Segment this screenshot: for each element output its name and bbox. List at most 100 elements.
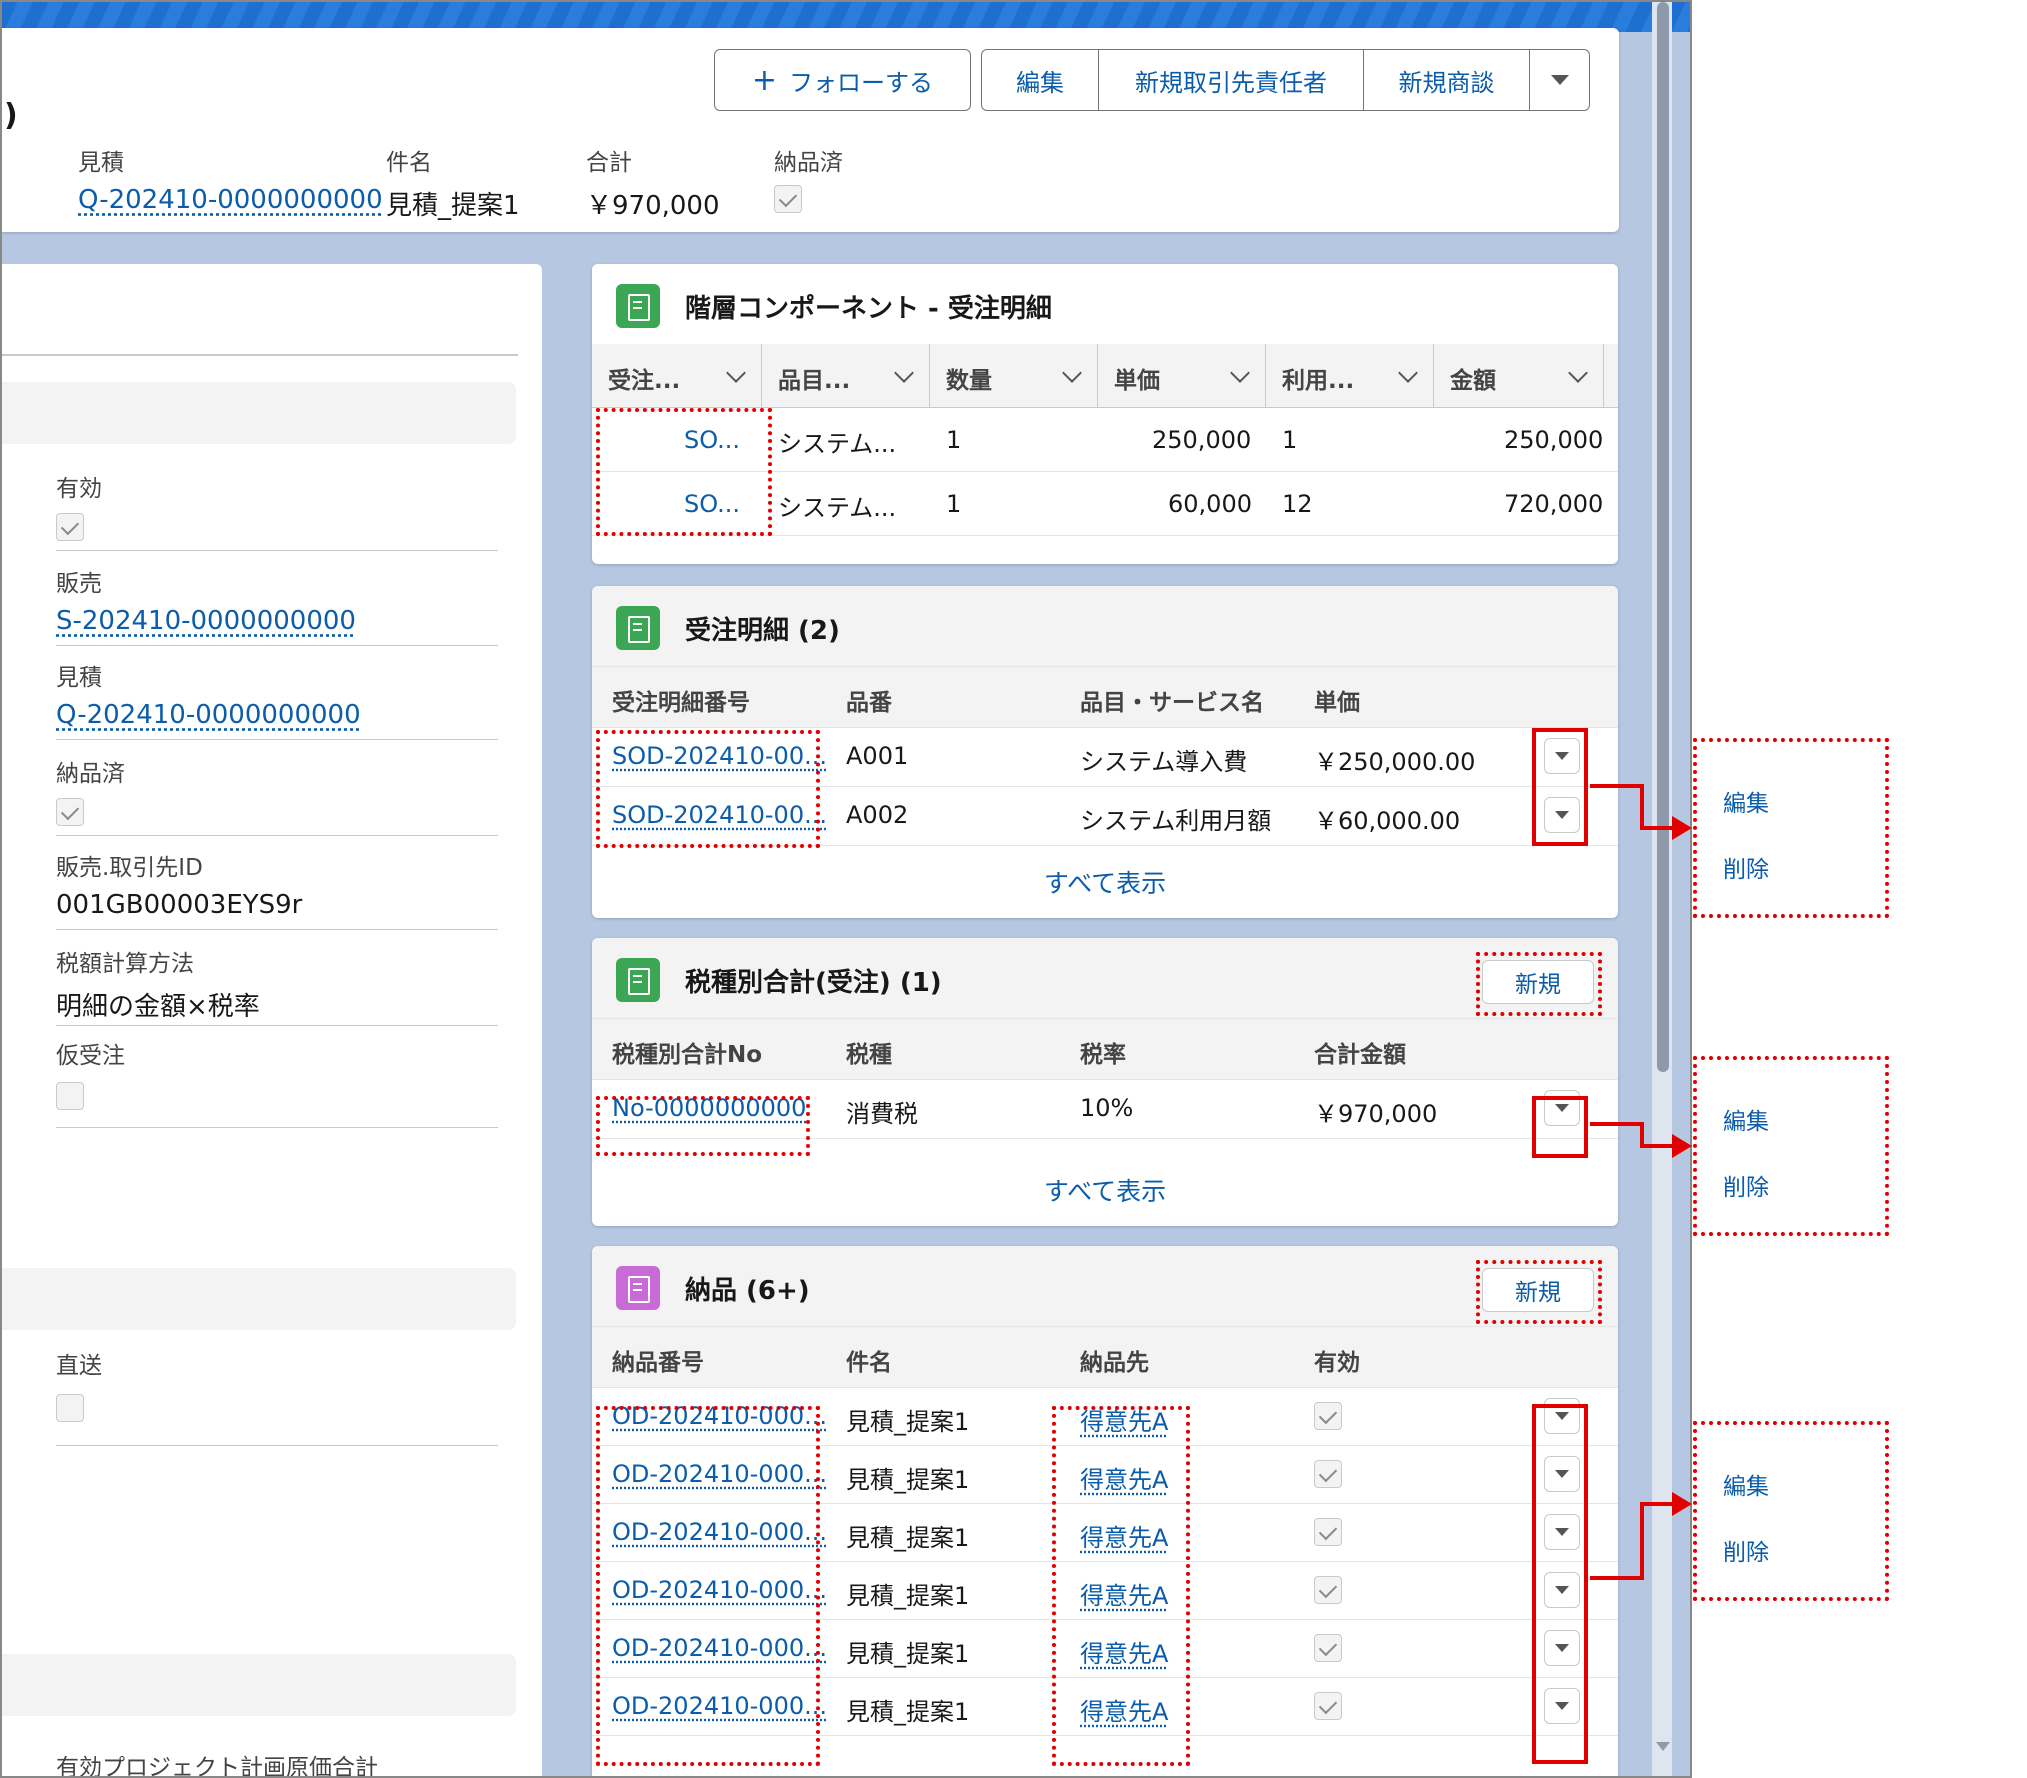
scrollbar-thumb[interactable] xyxy=(1657,2,1669,1072)
field-label: 仮受注 xyxy=(56,1043,125,1069)
card-title: 受注明細 (2) xyxy=(685,616,840,646)
field-project-cost: 有効プロジェクト計画原価合計 xyxy=(56,1748,498,1778)
screenshot-frame: ) + フォローする 編集 新規取引先責任者 新規商談 見積 Q-202410-… xyxy=(2,2,1692,1778)
cell: A002 xyxy=(846,801,909,829)
field-label: 販売 xyxy=(56,571,102,597)
cell: A001 xyxy=(846,742,909,770)
column-header[interactable]: 数量 xyxy=(930,344,1098,408)
follow-label: フォローする xyxy=(789,68,934,97)
menu-item-delete[interactable]: 削除 xyxy=(1723,1168,1769,1202)
section-header[interactable] xyxy=(2,1268,516,1330)
more-actions-button[interactable] xyxy=(1530,49,1590,111)
cell: 見積_提案1 xyxy=(846,1640,970,1668)
annotation-arrow xyxy=(1590,1576,1644,1580)
card-title: 納品 (6+) xyxy=(685,1276,810,1306)
cell: 1 xyxy=(946,426,962,454)
arrow-head-icon xyxy=(1672,1134,1692,1158)
card-title: 階層コンポーネント - 受注明細 xyxy=(685,294,1052,324)
scroll-down-icon[interactable] xyxy=(1656,1742,1670,1751)
chevron-down-icon xyxy=(1568,363,1588,383)
section-header[interactable] xyxy=(2,1654,516,1716)
chevron-down-icon xyxy=(1230,363,1250,383)
quote-link[interactable]: Q-202410-0000000000 xyxy=(78,185,383,215)
cell: 720,000 xyxy=(1504,490,1604,518)
cell: ￥60,000.00 xyxy=(1314,807,1461,835)
cell: 見積_提案1 xyxy=(846,1698,970,1726)
chevron-down-icon xyxy=(726,363,746,383)
card-title: 税種別合計(受注) (1) xyxy=(685,968,942,998)
cell: 1 xyxy=(946,490,962,518)
chevron-down-icon xyxy=(1398,363,1418,383)
field-label: 見積 xyxy=(78,150,124,176)
cell: システム導入費 xyxy=(1080,748,1248,776)
cell: 見積_提案1 xyxy=(846,1582,970,1610)
column-header: 税種 xyxy=(846,1042,892,1068)
delivery-icon xyxy=(616,1266,660,1310)
row-action-menu: 編集 削除 xyxy=(1693,738,1889,918)
chevron-down-icon xyxy=(1062,363,1082,383)
column-header[interactable]: 品目... xyxy=(762,344,930,408)
menu-item-delete[interactable]: 削除 xyxy=(1723,850,1769,884)
field-label: 販売.取引先ID xyxy=(56,855,203,881)
menu-item-edit[interactable]: 編集 xyxy=(1723,784,1769,818)
column-label: 数量 xyxy=(946,368,992,394)
table-header: 受注明細番号 品番 品目・サービス名 単価 xyxy=(592,666,1618,728)
arrow-head-icon xyxy=(1672,1492,1692,1516)
cell: ￥970,000 xyxy=(1314,1100,1438,1128)
active-checkbox xyxy=(1314,1634,1342,1662)
header-actions: + フォローする 編集 新規取引先責任者 新規商談 xyxy=(714,49,1590,111)
menu-item-edit[interactable]: 編集 xyxy=(1723,1102,1769,1136)
document-icon xyxy=(616,284,660,328)
field-provisional-order: 仮受注 xyxy=(56,1036,498,1128)
field-label: 直送 xyxy=(56,1353,102,1379)
annotation-highlight xyxy=(1476,952,1602,1016)
view-all-link[interactable]: すべて表示 xyxy=(592,1172,1618,1208)
column-label: 利用... xyxy=(1282,368,1355,394)
tax-totals-card: 税種別合計(受注) (1) 新規 税種別合計No 税種 税率 合計金額 No-0… xyxy=(592,938,1618,1226)
field-label: 税額計算方法 xyxy=(56,951,194,977)
column-header[interactable]: 利用... xyxy=(1266,344,1434,408)
follow-button[interactable]: + フォローする xyxy=(714,49,971,111)
quote-link[interactable]: Q-202410-0000000000 xyxy=(56,700,498,730)
field-account-id: 販売.取引先ID 001GB00003EYS9r xyxy=(56,848,498,930)
cell: 1 xyxy=(1282,426,1298,454)
menu-item-delete[interactable]: 削除 xyxy=(1723,1533,1769,1567)
column-header: 品番 xyxy=(846,690,892,716)
provisional-checkbox xyxy=(56,1082,84,1110)
field-label: 納品済 xyxy=(56,761,125,787)
column-header[interactable]: 受注... xyxy=(592,344,762,408)
column-header[interactable]: 単価 xyxy=(1098,344,1266,408)
column-header[interactable]: 金額 xyxy=(1434,344,1604,408)
annotation-highlight xyxy=(1532,1404,1588,1764)
column-header: 受注明細番号 xyxy=(612,690,750,716)
field-label: 有効プロジェクト計画原価合計 xyxy=(56,1755,378,1778)
column-label: 単価 xyxy=(1114,368,1160,394)
row-action-menu: 編集 削除 xyxy=(1693,1421,1889,1601)
cell: 見積_提案1 xyxy=(846,1466,970,1494)
new-contact-button[interactable]: 新規取引先責任者 xyxy=(1099,49,1364,111)
annotation-highlight xyxy=(596,730,820,848)
annotation-highlight xyxy=(1532,728,1588,846)
view-all-link[interactable]: すべて表示 xyxy=(592,864,1618,900)
menu-item-edit[interactable]: 編集 xyxy=(1723,1467,1769,1501)
row-action-menu: 編集 削除 xyxy=(1693,1056,1889,1236)
cell: ￥250,000.00 xyxy=(1314,748,1476,776)
edit-button[interactable]: 編集 xyxy=(981,49,1099,111)
divider xyxy=(2,354,518,356)
cell: 250,000 xyxy=(1152,426,1252,454)
section-header[interactable] xyxy=(2,382,516,444)
column-label: 受注... xyxy=(608,368,681,394)
cell: 12 xyxy=(1282,490,1313,518)
sales-link[interactable]: S-202410-0000000000 xyxy=(56,606,498,636)
field-value: 001GB00003EYS9r xyxy=(56,890,303,920)
annotation-highlight xyxy=(1532,1096,1588,1158)
table-header: 税種別合計No 税種 税率 合計金額 xyxy=(592,1018,1618,1080)
column-label: 品目... xyxy=(778,368,851,394)
cell: 見積_提案1 xyxy=(846,1408,970,1436)
cell: システム利用月額 xyxy=(1080,807,1272,835)
column-header: 税率 xyxy=(1080,1042,1126,1068)
cell: 250,000 xyxy=(1504,426,1604,454)
arrow-head-icon xyxy=(1672,816,1692,840)
field-sales: 販売 S-202410-0000000000 xyxy=(56,564,498,646)
new-opportunity-button[interactable]: 新規商談 xyxy=(1364,49,1530,111)
